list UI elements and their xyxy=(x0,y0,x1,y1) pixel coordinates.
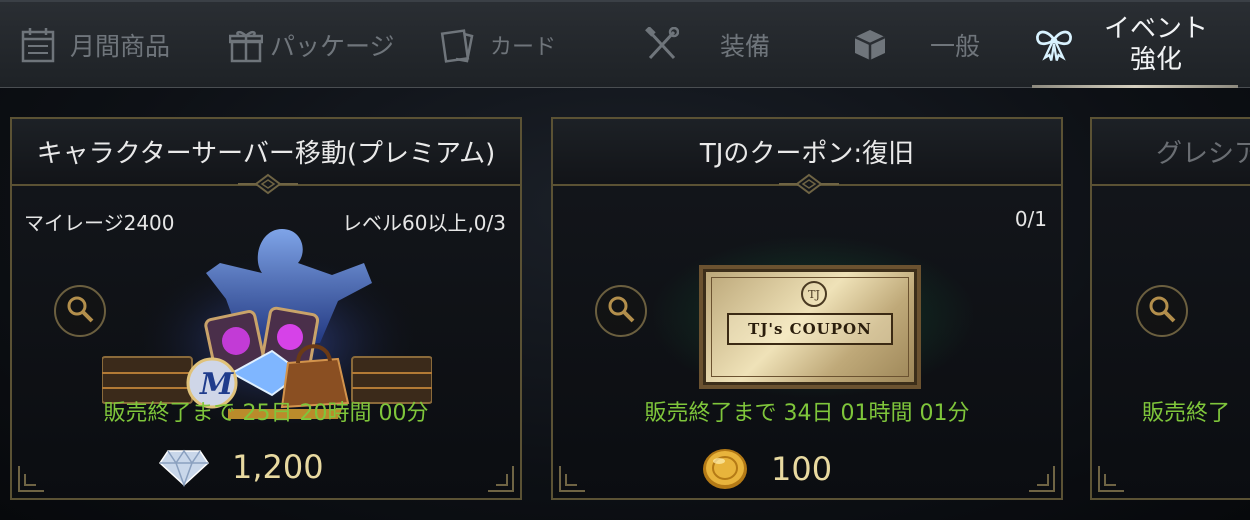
card-title: グレシア xyxy=(1092,119,1250,186)
magnifier-icon xyxy=(606,294,636,328)
zoom-preview-button[interactable] xyxy=(1136,285,1188,337)
corner-ornament xyxy=(1098,466,1124,492)
magnifier-icon xyxy=(1147,294,1177,328)
price-amount: 1,200 xyxy=(232,448,324,486)
tab-equipment[interactable]: 装備 xyxy=(642,2,770,88)
price-display: 1,200 xyxy=(158,447,324,488)
tab-event-enhance[interactable]: イベント 強化 xyxy=(1032,2,1238,88)
card-icon xyxy=(438,25,478,65)
product-card-server-transfer[interactable]: キャラクターサーバー移動(プレミアム) マイレージ2400 レベル60以上,0/… xyxy=(10,117,522,500)
sale-end-timer: 販売終了まで 34日 01時間 01分 xyxy=(644,401,970,426)
corner-ornament xyxy=(1029,466,1055,492)
gift-icon xyxy=(226,25,266,65)
tab-package[interactable]: パッケージ xyxy=(226,2,395,88)
product-card-partial[interactable]: グレシア 販売終了 xyxy=(1090,117,1250,500)
tab-label: 一般 xyxy=(930,32,981,61)
coupon-emblem: TJ xyxy=(801,281,827,307)
server-transfer-item-image: M xyxy=(102,229,432,423)
ornament-diamond xyxy=(238,173,298,195)
tab-label: 月間商品 xyxy=(70,32,171,61)
crossed-tools-icon xyxy=(642,25,682,65)
box-icon xyxy=(850,25,890,65)
product-card-tj-coupon[interactable]: TJのクーポン:復旧 0/1 TJ TJ's COUPON 販売終了まで 34日… xyxy=(551,117,1063,500)
tab-label: イベント 強化 xyxy=(1104,14,1208,76)
corner-ornament xyxy=(559,466,585,492)
zoom-preview-button[interactable] xyxy=(595,285,647,337)
ribbon-icon xyxy=(1034,25,1074,65)
tab-label-line1: イベント xyxy=(1104,14,1209,44)
tab-label: カード xyxy=(490,35,557,60)
calendar-icon xyxy=(18,25,58,65)
diamond-gem-icon xyxy=(158,447,210,488)
tab-label: 装備 xyxy=(720,32,771,61)
ornament-diamond xyxy=(779,173,839,195)
tab-monthly-items[interactable]: 月間商品 xyxy=(18,2,170,88)
coupon-ticket-image: TJ TJ's COUPON xyxy=(699,265,921,389)
category-tab-bar: 月間商品 パッケージ カード 装備 一般 イベント 強化 xyxy=(0,0,1250,88)
coupon-label: TJ's COUPON xyxy=(727,313,893,345)
tab-card[interactable]: カード xyxy=(438,2,556,88)
tab-general[interactable]: 一般 xyxy=(850,2,980,88)
gold-coin-icon xyxy=(701,447,749,491)
magnifier-icon xyxy=(65,294,95,328)
corner-ornament xyxy=(18,466,44,492)
zoom-preview-button[interactable] xyxy=(54,285,106,337)
price-display: 100 xyxy=(701,447,832,491)
sale-end-timer: 販売終了 xyxy=(1142,401,1231,426)
tab-label-line2: 強化 xyxy=(1130,45,1183,75)
corner-ornament xyxy=(488,466,514,492)
tab-label: パッケージ xyxy=(270,32,395,61)
sale-end-timer: 販売終了まで 25日 20時間 00分 xyxy=(103,401,429,426)
price-amount: 100 xyxy=(771,450,833,488)
purchase-count-text: 0/1 xyxy=(1014,207,1047,231)
